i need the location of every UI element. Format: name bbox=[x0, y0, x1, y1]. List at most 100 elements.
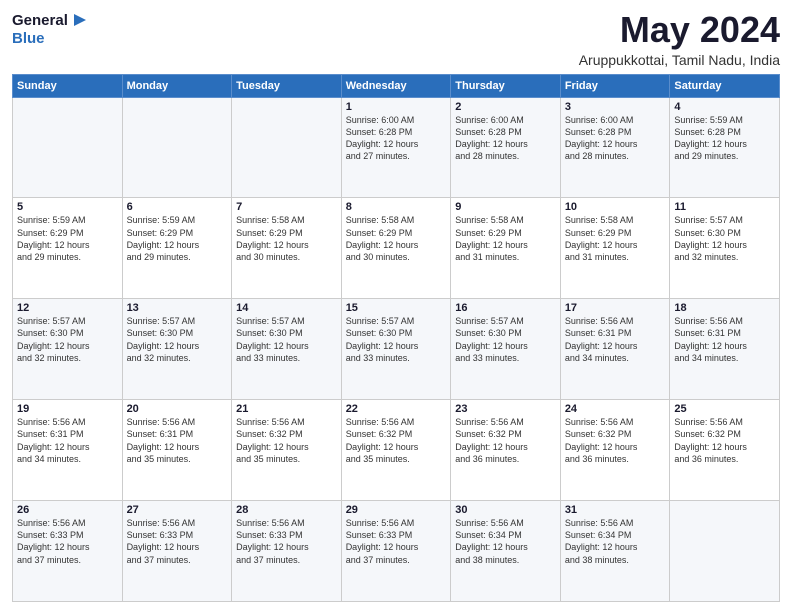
day-info: Sunrise: 5:58 AM Sunset: 6:29 PM Dayligh… bbox=[236, 214, 337, 263]
table-row: 2Sunrise: 6:00 AM Sunset: 6:28 PM Daylig… bbox=[451, 97, 561, 198]
table-row: 22Sunrise: 5:56 AM Sunset: 6:32 PM Dayli… bbox=[341, 400, 451, 501]
day-info: Sunrise: 5:56 AM Sunset: 6:31 PM Dayligh… bbox=[17, 416, 118, 465]
month-title: May 2024 bbox=[579, 10, 780, 50]
day-number: 24 bbox=[565, 403, 666, 415]
day-number: 5 bbox=[17, 201, 118, 213]
day-number: 6 bbox=[127, 201, 228, 213]
table-row: 14Sunrise: 5:57 AM Sunset: 6:30 PM Dayli… bbox=[232, 299, 342, 400]
table-row: 7Sunrise: 5:58 AM Sunset: 6:29 PM Daylig… bbox=[232, 198, 342, 299]
calendar-table: Sunday Monday Tuesday Wednesday Thursday… bbox=[12, 74, 780, 602]
day-info: Sunrise: 5:58 AM Sunset: 6:29 PM Dayligh… bbox=[565, 214, 666, 263]
day-info: Sunrise: 5:57 AM Sunset: 6:30 PM Dayligh… bbox=[17, 315, 118, 364]
day-number: 17 bbox=[565, 302, 666, 314]
table-row: 11Sunrise: 5:57 AM Sunset: 6:30 PM Dayli… bbox=[670, 198, 780, 299]
day-number: 28 bbox=[236, 504, 337, 516]
day-info: Sunrise: 5:56 AM Sunset: 6:33 PM Dayligh… bbox=[346, 517, 447, 566]
table-row: 27Sunrise: 5:56 AM Sunset: 6:33 PM Dayli… bbox=[122, 501, 232, 602]
logo-icon bbox=[70, 10, 90, 30]
day-info: Sunrise: 5:59 AM Sunset: 6:28 PM Dayligh… bbox=[674, 114, 775, 163]
table-row bbox=[13, 97, 123, 198]
day-info: Sunrise: 5:56 AM Sunset: 6:34 PM Dayligh… bbox=[565, 517, 666, 566]
table-row: 31Sunrise: 5:56 AM Sunset: 6:34 PM Dayli… bbox=[560, 501, 670, 602]
table-row: 3Sunrise: 6:00 AM Sunset: 6:28 PM Daylig… bbox=[560, 97, 670, 198]
table-row: 30Sunrise: 5:56 AM Sunset: 6:34 PM Dayli… bbox=[451, 501, 561, 602]
table-row: 28Sunrise: 5:56 AM Sunset: 6:33 PM Dayli… bbox=[232, 501, 342, 602]
day-info: Sunrise: 5:57 AM Sunset: 6:30 PM Dayligh… bbox=[236, 315, 337, 364]
day-number: 27 bbox=[127, 504, 228, 516]
day-number: 3 bbox=[565, 101, 666, 113]
day-number: 14 bbox=[236, 302, 337, 314]
day-info: Sunrise: 6:00 AM Sunset: 6:28 PM Dayligh… bbox=[455, 114, 556, 163]
week-row-4: 19Sunrise: 5:56 AM Sunset: 6:31 PM Dayli… bbox=[13, 400, 780, 501]
day-info: Sunrise: 5:56 AM Sunset: 6:32 PM Dayligh… bbox=[455, 416, 556, 465]
week-row-2: 5Sunrise: 5:59 AM Sunset: 6:29 PM Daylig… bbox=[13, 198, 780, 299]
day-number: 20 bbox=[127, 403, 228, 415]
day-number: 18 bbox=[674, 302, 775, 314]
col-wednesday: Wednesday bbox=[341, 74, 451, 97]
day-info: Sunrise: 5:58 AM Sunset: 6:29 PM Dayligh… bbox=[346, 214, 447, 263]
day-info: Sunrise: 5:59 AM Sunset: 6:29 PM Dayligh… bbox=[127, 214, 228, 263]
day-info: Sunrise: 5:58 AM Sunset: 6:29 PM Dayligh… bbox=[455, 214, 556, 263]
day-info: Sunrise: 5:57 AM Sunset: 6:30 PM Dayligh… bbox=[455, 315, 556, 364]
day-number: 1 bbox=[346, 101, 447, 113]
table-row: 21Sunrise: 5:56 AM Sunset: 6:32 PM Dayli… bbox=[232, 400, 342, 501]
table-row: 10Sunrise: 5:58 AM Sunset: 6:29 PM Dayli… bbox=[560, 198, 670, 299]
day-info: Sunrise: 5:56 AM Sunset: 6:31 PM Dayligh… bbox=[127, 416, 228, 465]
col-sunday: Sunday bbox=[13, 74, 123, 97]
day-number: 11 bbox=[674, 201, 775, 213]
week-row-5: 26 Sunrise: 5:56 AM Sunset: 6:33 PM Dayli… bbox=[13, 501, 780, 602]
table-row: 17Sunrise: 5:56 AM Sunset: 6:31 PM Dayli… bbox=[560, 299, 670, 400]
table-row bbox=[670, 501, 780, 602]
table-row: 1Sunrise: 6:00 AM Sunset: 6:28 PM Daylig… bbox=[341, 97, 451, 198]
day-number: 31 bbox=[565, 504, 666, 516]
day-number: 23 bbox=[455, 403, 556, 415]
col-tuesday: Tuesday bbox=[232, 74, 342, 97]
day-info: Sunrise: 5:56 AM Sunset: 6:31 PM Dayligh… bbox=[674, 315, 775, 364]
day-info: Sunrise: 5:56 AM Sunset: 6:31 PM Dayligh… bbox=[565, 315, 666, 364]
week-row-1: 1Sunrise: 6:00 AM Sunset: 6:28 PM Daylig… bbox=[13, 97, 780, 198]
table-row: 16Sunrise: 5:57 AM Sunset: 6:30 PM Dayli… bbox=[451, 299, 561, 400]
table-row: 8Sunrise: 5:58 AM Sunset: 6:29 PM Daylig… bbox=[341, 198, 451, 299]
day-info: Sunrise: 5:56 AM Sunset: 6:33 PM Dayligh… bbox=[236, 517, 337, 566]
table-row: 4Sunrise: 5:59 AM Sunset: 6:28 PM Daylig… bbox=[670, 97, 780, 198]
table-row: 5Sunrise: 5:59 AM Sunset: 6:29 PM Daylig… bbox=[13, 198, 123, 299]
table-row: 6Sunrise: 5:59 AM Sunset: 6:29 PM Daylig… bbox=[122, 198, 232, 299]
day-info: Sunrise: 5:56 AM Sunset: 6:32 PM Dayligh… bbox=[674, 416, 775, 465]
day-info: Sunrise: 5:59 AM Sunset: 6:29 PM Dayligh… bbox=[17, 214, 118, 263]
table-row bbox=[122, 97, 232, 198]
page: General Blue May 2024 Aruppukkottai, Tam… bbox=[0, 0, 792, 612]
table-row: 25Sunrise: 5:56 AM Sunset: 6:32 PM Dayli… bbox=[670, 400, 780, 501]
logo-blue: Blue bbox=[12, 30, 45, 47]
col-thursday: Thursday bbox=[451, 74, 561, 97]
table-row: 13Sunrise: 5:57 AM Sunset: 6:30 PM Dayli… bbox=[122, 299, 232, 400]
table-row: 26Sunrise: 5:56 AM Sunset: 6:33 PM Dayli… bbox=[13, 501, 123, 602]
day-number: 25 bbox=[674, 403, 775, 415]
table-row: 20Sunrise: 5:56 AM Sunset: 6:31 PM Dayli… bbox=[122, 400, 232, 501]
calendar-header-row: Sunday Monday Tuesday Wednesday Thursday… bbox=[13, 74, 780, 97]
day-info: Sunrise: 5:56 AM Sunset: 6:32 PM Dayligh… bbox=[346, 416, 447, 465]
day-number: 30 bbox=[455, 504, 556, 516]
logo-general: General bbox=[12, 12, 68, 29]
day-number: 7 bbox=[236, 201, 337, 213]
day-info: Sunrise: 5:57 AM Sunset: 6:30 PM Dayligh… bbox=[127, 315, 228, 364]
day-info: Sunrise: 6:00 AM Sunset: 6:28 PM Dayligh… bbox=[346, 114, 447, 163]
table-row: 15Sunrise: 5:57 AM Sunset: 6:30 PM Dayli… bbox=[341, 299, 451, 400]
table-row: 18Sunrise: 5:56 AM Sunset: 6:31 PM Dayli… bbox=[670, 299, 780, 400]
day-number: 19 bbox=[17, 403, 118, 415]
day-info: Sunrise: 5:57 AM Sunset: 6:30 PM Dayligh… bbox=[674, 214, 775, 263]
day-number: 10 bbox=[565, 201, 666, 213]
col-monday: Monday bbox=[122, 74, 232, 97]
day-number: 4 bbox=[674, 101, 775, 113]
col-friday: Friday bbox=[560, 74, 670, 97]
day-number: 13 bbox=[127, 302, 228, 314]
day-number: 9 bbox=[455, 201, 556, 213]
logo: General Blue bbox=[12, 10, 90, 48]
day-number: 26 bbox=[17, 504, 118, 516]
header: General Blue May 2024 Aruppukkottai, Tam… bbox=[12, 10, 780, 68]
day-number: 22 bbox=[346, 403, 447, 415]
day-number: 2 bbox=[455, 101, 556, 113]
day-number: 15 bbox=[346, 302, 447, 314]
location: Aruppukkottai, Tamil Nadu, India bbox=[579, 52, 780, 68]
day-number: 29 bbox=[346, 504, 447, 516]
day-number: 16 bbox=[455, 302, 556, 314]
